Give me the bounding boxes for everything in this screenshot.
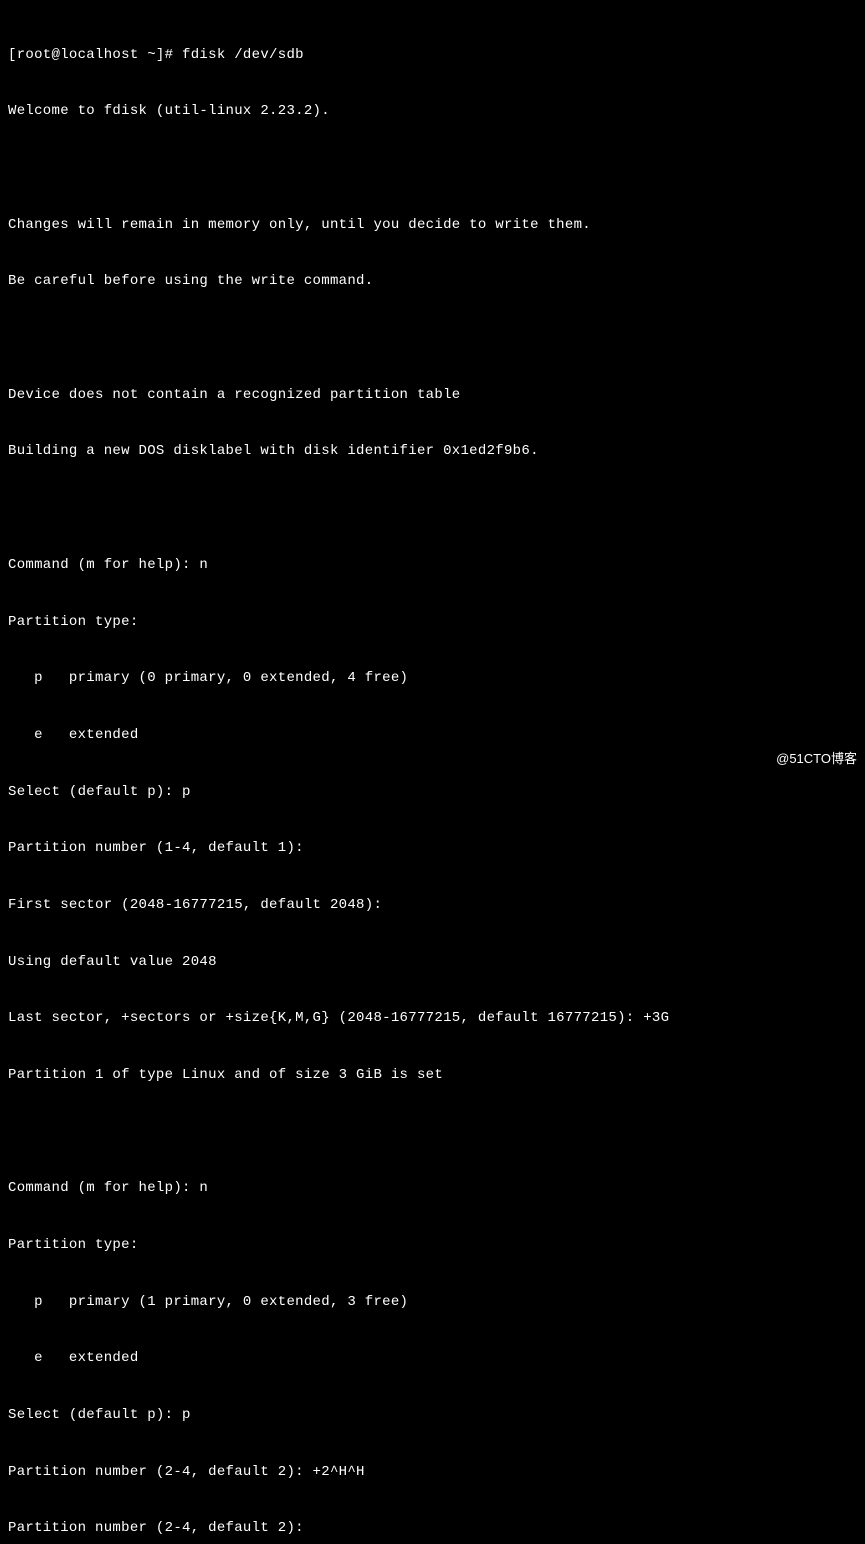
output-line bbox=[8, 159, 857, 178]
output-line: Partition number (2-4, default 2): bbox=[8, 1519, 857, 1538]
output-line: Device does not contain a recognized par… bbox=[8, 386, 857, 405]
command-prompt-line: [root@localhost ~]# fdisk /dev/sdb bbox=[8, 46, 857, 65]
output-line: Partition type: bbox=[8, 1236, 857, 1255]
output-line: Partition type: bbox=[8, 613, 857, 632]
output-line: Select (default p): p bbox=[8, 783, 857, 802]
output-line: Be careful before using the write comman… bbox=[8, 272, 857, 291]
output-line: Welcome to fdisk (util-linux 2.23.2). bbox=[8, 102, 857, 121]
output-line: p primary (0 primary, 0 extended, 4 free… bbox=[8, 669, 857, 688]
output-line: Last sector, +sectors or +size{K,M,G} (2… bbox=[8, 1009, 857, 1028]
output-line: e extended bbox=[8, 1349, 857, 1368]
output-line: Partition 1 of type Linux and of size 3 … bbox=[8, 1066, 857, 1085]
output-line: First sector (2048-16777215, default 204… bbox=[8, 896, 857, 915]
output-line bbox=[8, 329, 857, 348]
watermark-label: @51CTO博客 bbox=[776, 750, 857, 768]
output-line: p primary (1 primary, 0 extended, 3 free… bbox=[8, 1293, 857, 1312]
output-line: e extended bbox=[8, 726, 857, 745]
output-line: Using default value 2048 bbox=[8, 953, 857, 972]
output-line: Partition number (2-4, default 2): +2^H^… bbox=[8, 1463, 857, 1482]
output-line: Building a new DOS disklabel with disk i… bbox=[8, 442, 857, 461]
output-line: Partition number (1-4, default 1): bbox=[8, 839, 857, 858]
output-line: Changes will remain in memory only, unti… bbox=[8, 216, 857, 235]
output-line bbox=[8, 499, 857, 518]
output-line bbox=[8, 1123, 857, 1142]
output-line: Command (m for help): n bbox=[8, 556, 857, 575]
output-line: Select (default p): p bbox=[8, 1406, 857, 1425]
output-line: Command (m for help): n bbox=[8, 1179, 857, 1198]
terminal-output[interactable]: [root@localhost ~]# fdisk /dev/sdb Welco… bbox=[8, 8, 857, 1544]
